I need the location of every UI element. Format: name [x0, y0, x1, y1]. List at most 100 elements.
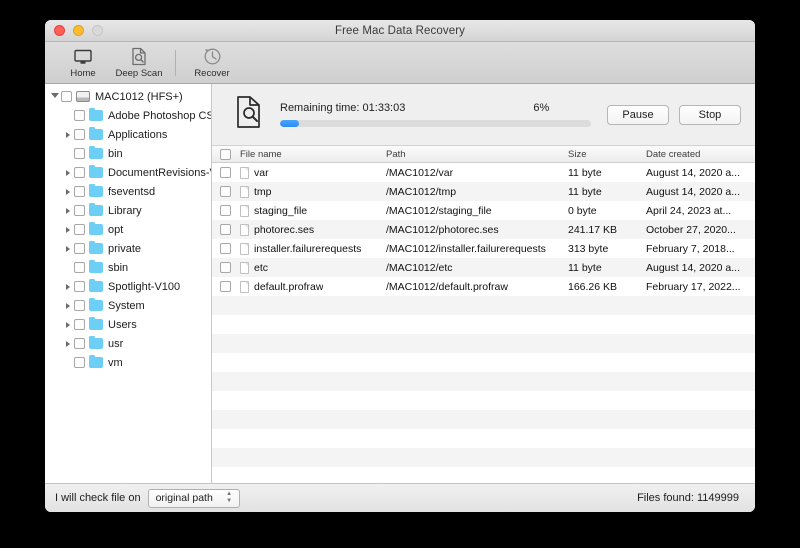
tree-checkbox[interactable] [74, 129, 85, 140]
tree-checkbox[interactable] [74, 205, 85, 216]
tree-row-usr[interactable]: usr [45, 334, 211, 353]
disclosure-triangle-icon[interactable] [61, 169, 74, 176]
drive-tree-sidebar[interactable]: MAC1012 (HFS+) Adobe Photoshop CS6 Appli… [45, 84, 212, 483]
cell-size: 241.17 KB [568, 223, 618, 236]
cell-path: /MAC1012/installer.failurerequests [386, 242, 546, 255]
cell-path: /MAC1012/tmp [386, 185, 457, 198]
stop-button[interactable]: Stop [679, 104, 741, 125]
table-row[interactable]: default.profraw/MAC1012/default.profraw 1… [212, 277, 755, 296]
folder-icon [89, 297, 103, 311]
folder-icon [89, 354, 103, 368]
disclosure-triangle-icon[interactable] [48, 92, 61, 101]
monitor-icon [73, 47, 93, 67]
folder-icon [89, 316, 103, 330]
row-checkbox[interactable] [212, 262, 238, 273]
table-row[interactable]: staging_file/MAC1012/staging_file 0 byte A… [212, 201, 755, 220]
disclosure-triangle-icon[interactable] [61, 207, 74, 214]
pause-button[interactable]: Pause [607, 104, 669, 125]
tree-checkbox[interactable] [74, 167, 85, 178]
row-checkbox[interactable] [212, 167, 238, 178]
disclosure-triangle-icon[interactable] [61, 226, 74, 233]
tree-checkbox[interactable] [74, 338, 85, 349]
folder-icon [89, 183, 103, 197]
file-icon [240, 204, 249, 217]
minimize-button[interactable] [73, 25, 84, 36]
tree-label: System [108, 299, 145, 312]
row-checkbox[interactable] [212, 205, 238, 216]
tree-row-private[interactable]: private [45, 239, 211, 258]
cell-size: 313 byte [568, 242, 609, 255]
tree-label: Users [108, 318, 137, 331]
table-row[interactable]: etc/MAC1012/etc 11 byte August 14, 2020 a.… [212, 258, 755, 277]
row-checkbox[interactable] [212, 243, 238, 254]
table-row-empty [212, 410, 755, 429]
tree-checkbox[interactable] [74, 281, 85, 292]
title-bar: Free Mac Data Recovery [45, 20, 755, 42]
cell-file-name: var [238, 166, 386, 179]
row-checkbox[interactable] [212, 224, 238, 235]
table-row[interactable]: tmp/MAC1012/tmp 11 byte August 14, 2020 a.… [212, 182, 755, 201]
tree-checkbox[interactable] [74, 262, 85, 273]
tree-checkbox[interactable] [61, 91, 72, 102]
tree-checkbox[interactable] [74, 243, 85, 254]
close-button[interactable] [54, 25, 65, 36]
tree-row-spotlight-v100[interactable]: Spotlight-V100 [45, 277, 211, 296]
tree-row-opt[interactable]: opt [45, 220, 211, 239]
folder-icon [89, 259, 103, 273]
folder-icon [89, 145, 103, 159]
tree-row-adobe-photoshop-cs6[interactable]: Adobe Photoshop CS6 [45, 106, 211, 125]
table-row[interactable]: var/MAC1012/var 11 byte August 14, 2020 a.… [212, 163, 755, 182]
disclosure-triangle-icon[interactable] [61, 302, 74, 309]
disclosure-triangle-icon[interactable] [61, 245, 74, 252]
tree-checkbox[interactable] [74, 186, 85, 197]
toolbar-label-deep-scan: Deep Scan [115, 67, 163, 79]
tree-checkbox[interactable] [74, 300, 85, 311]
table-row-empty [212, 353, 755, 372]
tree-row-documentrevisions-v100[interactable]: DocumentRevisions-V100 [45, 163, 211, 182]
table-header-row: File name Path Size Date created [212, 146, 755, 163]
toolbar-label-recover: Recover [194, 67, 230, 79]
tree-row-users[interactable]: Users [45, 315, 211, 334]
toolbar-button-home[interactable]: Home [55, 47, 111, 79]
document-search-icon [234, 95, 264, 134]
drive-icon [76, 91, 90, 102]
select-all-checkbox[interactable] [212, 148, 238, 160]
tree-checkbox[interactable] [74, 148, 85, 159]
cell-size: 11 byte [568, 185, 602, 198]
disclosure-triangle-icon[interactable] [61, 188, 74, 195]
toolbar-button-recover[interactable]: Recover [184, 47, 240, 79]
file-results-table[interactable]: File name Path Size Date created var/MAC… [212, 146, 755, 483]
tree-row-system[interactable]: System [45, 296, 211, 315]
disclosure-triangle-icon[interactable] [61, 340, 74, 347]
tree-row-applications[interactable]: Applications [45, 125, 211, 144]
tree-row-root[interactable]: MAC1012 (HFS+) [45, 87, 211, 106]
row-checkbox[interactable] [212, 281, 238, 292]
disclosure-triangle-icon[interactable] [61, 283, 74, 290]
tree-label: vm [108, 356, 123, 369]
column-header-date-created[interactable]: Date created [646, 149, 755, 160]
path-option-value: original path [155, 492, 213, 504]
disclosure-triangle-icon[interactable] [61, 321, 74, 328]
tree-checkbox[interactable] [74, 224, 85, 235]
table-row[interactable]: installer.failurerequests/MAC1012/instal… [212, 239, 755, 258]
tree-row-library[interactable]: Library [45, 201, 211, 220]
remaining-time-label: Remaining time: 01:33:03 [280, 102, 406, 114]
tree-row-vm[interactable]: vm [45, 353, 211, 372]
tree-checkbox[interactable] [74, 319, 85, 330]
tree-checkbox[interactable] [74, 110, 85, 121]
column-header-file-name[interactable]: File name [238, 149, 386, 160]
toolbar-button-deep-scan[interactable]: Deep Scan [111, 47, 167, 79]
tree-checkbox[interactable] [74, 357, 85, 368]
column-header-path[interactable]: Path [386, 149, 568, 160]
tree-row-sbin[interactable]: sbin [45, 258, 211, 277]
table-row[interactable]: photorec.ses/MAC1012/photorec.ses 241.17 … [212, 220, 755, 239]
disclosure-triangle-icon[interactable] [61, 131, 74, 138]
tree-row-fseventsd[interactable]: fseventsd [45, 182, 211, 201]
window-controls [45, 25, 103, 36]
column-header-size[interactable]: Size [568, 149, 646, 160]
folder-icon [89, 126, 103, 140]
tree-row-bin[interactable]: bin [45, 144, 211, 163]
row-checkbox[interactable] [212, 186, 238, 197]
path-option-select[interactable]: original path ▲ ▼ [147, 488, 240, 508]
table-row-empty [212, 467, 755, 483]
